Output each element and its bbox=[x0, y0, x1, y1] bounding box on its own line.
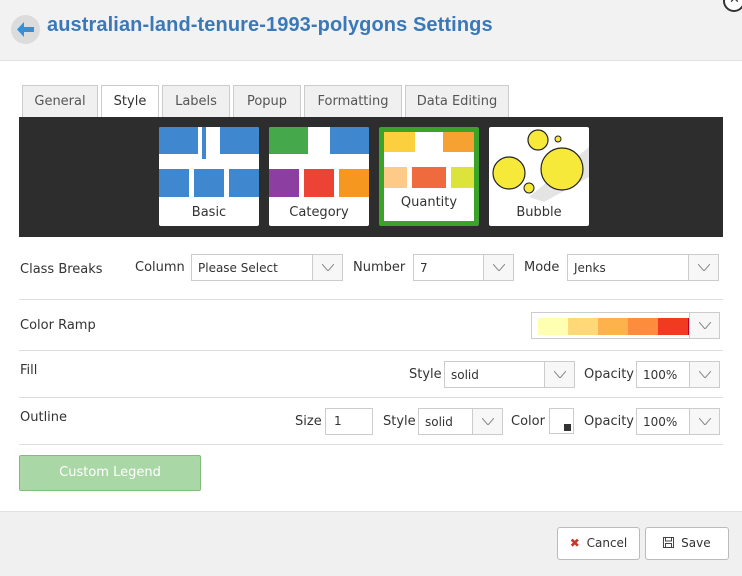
color-ramp-swatch bbox=[658, 318, 688, 335]
fill-style-value: solid bbox=[451, 368, 479, 382]
color-ramp-swatch bbox=[598, 318, 628, 335]
tab-data-editing[interactable]: Data Editing bbox=[405, 85, 509, 117]
class-breaks-label: Class Breaks bbox=[20, 262, 103, 277]
outline-size-input[interactable]: 1 bbox=[325, 408, 373, 435]
floppy-disk-icon bbox=[663, 537, 675, 548]
chevron-down-icon bbox=[699, 322, 711, 329]
column-select[interactable]: Please Select bbox=[191, 254, 343, 281]
cancel-button[interactable]: ✖ Cancel bbox=[557, 527, 640, 560]
color-ramp-swatch bbox=[568, 318, 598, 335]
style-bubble-label: Bubble bbox=[516, 205, 562, 220]
dialog-header: australian-land-tenure-1993-polygons Set… bbox=[0, 0, 742, 61]
fill-style-label: Style bbox=[409, 367, 442, 382]
style-bubble-tile[interactable]: Bubble bbox=[489, 127, 589, 226]
close-button[interactable]: ✕ bbox=[723, 0, 742, 12]
column-label: Column bbox=[135, 260, 185, 275]
divider bbox=[19, 397, 723, 398]
arrow-left-icon bbox=[17, 22, 34, 37]
outline-opacity-label: Opacity bbox=[584, 414, 635, 429]
fill-label: Fill bbox=[20, 363, 38, 378]
outline-color-picker[interactable] bbox=[549, 408, 574, 434]
color-ramp-swatch bbox=[628, 318, 658, 335]
outline-label: Outline bbox=[20, 410, 68, 425]
fill-opacity-label: Opacity bbox=[584, 367, 635, 382]
divider bbox=[19, 299, 723, 300]
divider bbox=[19, 444, 723, 445]
number-value: 7 bbox=[420, 261, 428, 275]
dialog-footer: ✖ Cancel Save bbox=[0, 511, 742, 576]
style-basic-label: Basic bbox=[191, 205, 227, 220]
save-button[interactable]: Save bbox=[645, 527, 729, 560]
mode-select[interactable]: Jenks bbox=[567, 254, 719, 281]
mode-label: Mode bbox=[524, 260, 560, 275]
tab-labels[interactable]: Labels bbox=[162, 85, 230, 117]
back-button[interactable] bbox=[11, 15, 40, 44]
fill-opacity-value: 100% bbox=[643, 368, 678, 382]
page-title: australian-land-tenure-1993-polygons Set… bbox=[47, 14, 493, 36]
column-value: Please Select bbox=[198, 261, 278, 275]
color-ramp-select[interactable] bbox=[531, 312, 720, 339]
fill-style-select[interactable]: solid bbox=[444, 361, 575, 388]
divider bbox=[19, 350, 723, 351]
outline-style-value: solid bbox=[425, 415, 453, 429]
tab-popup[interactable]: Popup bbox=[233, 85, 301, 117]
tab-style[interactable]: Style bbox=[101, 85, 159, 118]
style-basic-tile[interactable]: Basic bbox=[159, 127, 259, 226]
style-category-tile[interactable]: Category bbox=[269, 127, 369, 226]
tab-formatting[interactable]: Formatting bbox=[304, 85, 402, 117]
outline-color-label: Color bbox=[511, 414, 545, 429]
tab-general[interactable]: General bbox=[22, 85, 98, 117]
outline-opacity-value: 100% bbox=[643, 415, 678, 429]
chevron-down-icon bbox=[482, 418, 494, 425]
close-icon: ✖ bbox=[569, 536, 580, 550]
style-quantity-tile[interactable]: Quantity bbox=[379, 127, 479, 226]
mode-value: Jenks bbox=[574, 261, 606, 275]
style-category-label: Category bbox=[289, 205, 349, 220]
outline-style-label: Style bbox=[383, 414, 416, 429]
style-quantity-label: Quantity bbox=[400, 195, 458, 210]
cancel-label: Cancel bbox=[586, 536, 628, 550]
chevron-down-icon bbox=[322, 264, 334, 271]
number-select[interactable]: 7 bbox=[413, 254, 514, 281]
outline-size-label: Size bbox=[295, 414, 322, 429]
chevron-down-icon bbox=[493, 264, 505, 271]
color-ramp-label: Color Ramp bbox=[20, 318, 96, 333]
chevron-down-icon bbox=[554, 371, 566, 378]
chevron-down-icon bbox=[699, 371, 711, 378]
style-type-selector: Basic Category Quantity Bubble bbox=[19, 117, 723, 237]
number-label: Number bbox=[353, 260, 406, 275]
outline-style-select[interactable]: solid bbox=[418, 408, 503, 435]
fill-opacity-select[interactable]: 100% bbox=[636, 361, 720, 388]
chevron-down-icon bbox=[699, 418, 711, 425]
color-ramp-swatch bbox=[538, 318, 568, 335]
outline-opacity-select[interactable]: 100% bbox=[636, 408, 720, 435]
custom-legend-button[interactable]: Custom Legend bbox=[19, 455, 201, 491]
save-label: Save bbox=[681, 536, 711, 550]
chevron-down-icon bbox=[698, 264, 710, 271]
caret-icon bbox=[564, 424, 571, 431]
bubble-style-icon bbox=[492, 129, 589, 202]
close-icon: ✕ bbox=[729, 0, 740, 7]
